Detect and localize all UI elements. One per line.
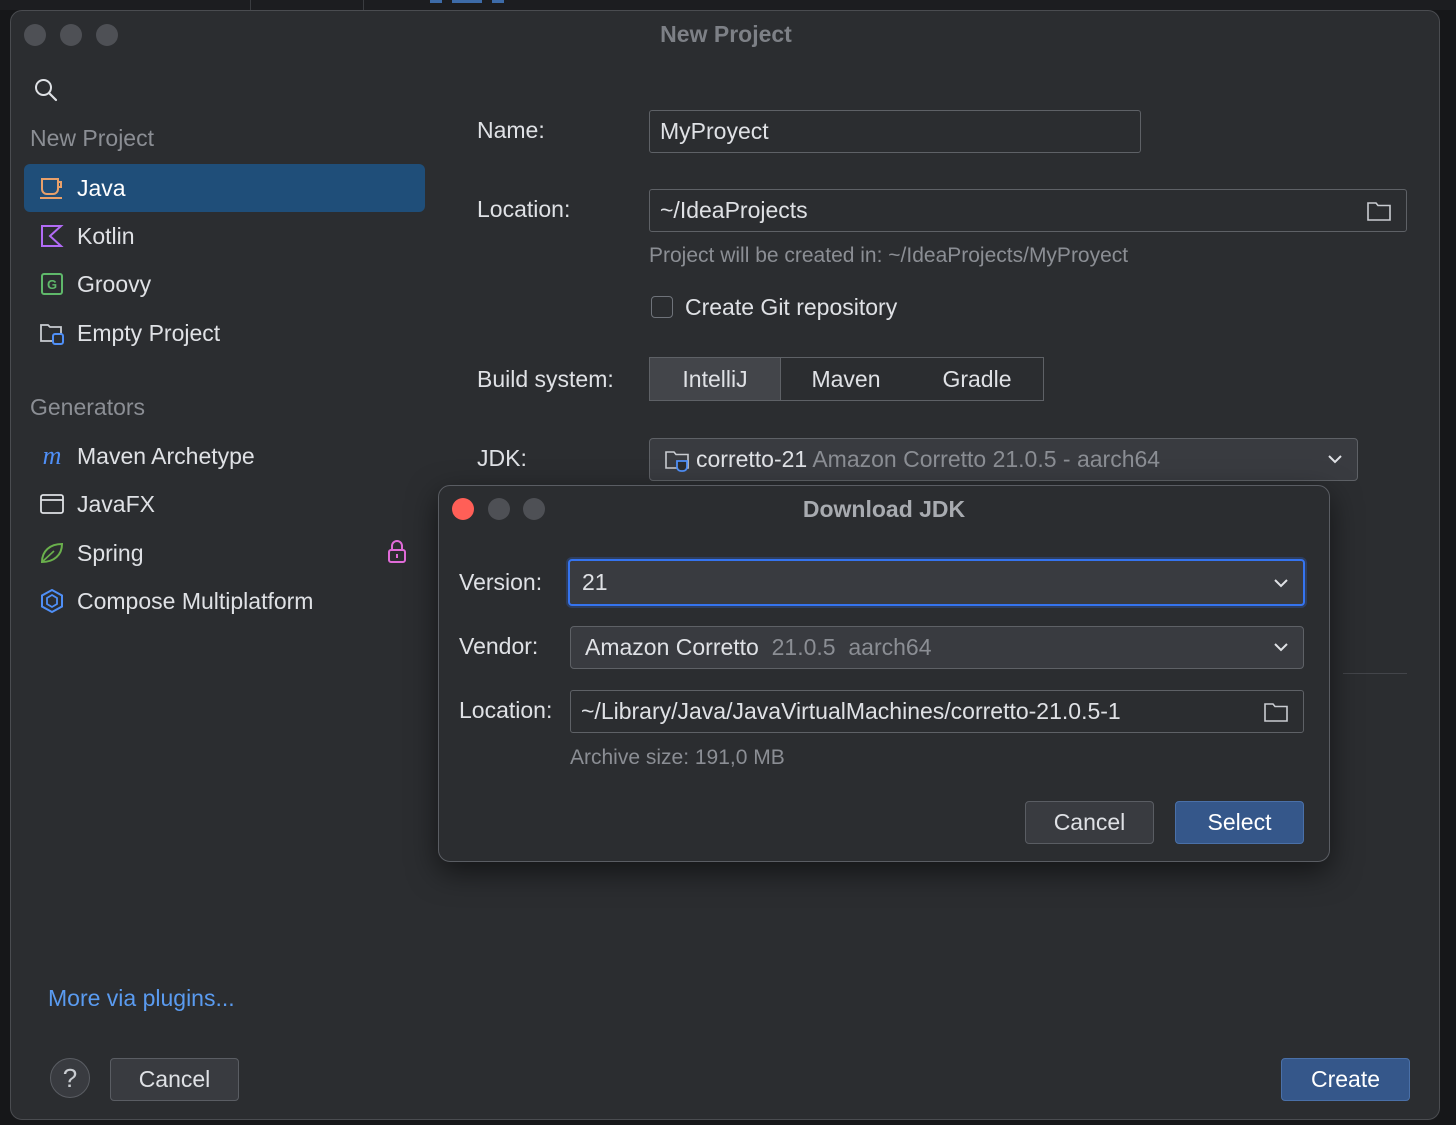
section-label-new-project: New Project [30,125,154,151]
cancel-button[interactable]: Cancel [110,1058,239,1101]
create-git-checkbox[interactable] [651,296,673,318]
sidebar-item-label: Spring [77,540,144,566]
sidebar-item-empty-project[interactable]: Empty Project [24,309,425,357]
vendor-dropdown[interactable]: Amazon Corretto 21.0.5 aarch64 [570,626,1304,669]
compose-hexagon-icon [41,589,63,613]
sidebar-item-label: Kotlin [77,223,135,249]
build-option-gradle[interactable]: Gradle [911,358,1043,400]
groovy-icon: G [41,273,63,295]
project-name-input[interactable]: MyProyect [649,110,1141,153]
chevron-down-icon [1328,455,1342,464]
project-location-input[interactable]: ~/IdeaProjects [649,189,1407,232]
version-dropdown[interactable]: 21 [568,559,1305,606]
sidebar-item-maven-archetype[interactable]: m Maven Archetype [24,432,425,480]
jdk-location-input[interactable]: ~/Library/Java/JavaVirtualMachines/corre… [570,690,1304,733]
java-cup-icon [40,178,62,199]
location-label: Location: [477,196,571,222]
chevron-down-icon [1274,579,1288,588]
window-icon [40,494,64,514]
create-git-label[interactable]: Create Git repository [685,294,897,321]
build-system-label: Build system: [477,366,614,392]
svg-text:m: m [43,444,62,468]
location-hint: Project will be created in: ~/IdeaProjec… [649,244,1129,267]
maven-m-icon: m [43,444,62,468]
search-icon[interactable] [33,77,59,103]
background-editor-strip [0,0,1456,10]
jdk-name: corretto-21 [696,446,808,472]
sidebar-item-compose-multiplatform[interactable]: Compose Multiplatform [24,577,425,625]
sidebar-item-label: Empty Project [77,320,221,346]
svg-text:G: G [47,277,57,292]
sidebar-item-spring[interactable]: Spring [24,529,425,577]
vendor-label: Vendor: [459,633,539,659]
location-value: ~/IdeaProjects [660,197,808,223]
version-label: Version: [459,569,543,595]
jdk-detail: Amazon Corretto 21.0.5 - aarch64 [812,446,1161,472]
version-value: 21 [582,569,608,595]
divider-line [1343,673,1407,674]
build-system-selector: IntelliJ Maven Gradle [649,357,1044,401]
sidebar-item-label: JavaFX [77,491,155,517]
sidebar-item-label: Maven Archetype [77,443,255,469]
dialog-title: Download JDK [802,496,966,522]
dialog-location-label: Location: [459,697,553,723]
chevron-down-icon [1274,643,1288,652]
kotlin-icon [41,225,64,247]
folder-icon[interactable] [1366,200,1392,222]
jdk-location-value: ~/Library/Java/JavaVirtualMachines/corre… [581,698,1121,724]
sidebar-item-javafx[interactable]: JavaFX [24,480,425,528]
dialog-cancel-button[interactable]: Cancel [1025,801,1154,844]
sidebar-item-label: Java [77,175,126,201]
build-option-intellij[interactable]: IntelliJ [650,358,781,400]
download-jdk-dialog: Download JDK Version: 21 Vendor: Amazon … [438,485,1330,862]
name-label: Name: [477,117,545,143]
lock-icon [388,540,406,563]
dialog-select-button[interactable]: Select [1175,801,1304,844]
more-via-plugins-link[interactable]: More via plugins... [48,985,235,1012]
sidebar-item-java[interactable]: Java [24,164,425,212]
sidebar-item-groovy[interactable]: G Groovy [24,260,425,308]
sidebar-item-label: Groovy [77,271,152,297]
sidebar-item-label: Compose Multiplatform [77,588,314,614]
build-option-maven[interactable]: Maven [781,358,911,400]
vendor-name: Amazon Corretto [585,634,759,660]
section-label-generators: Generators [30,394,146,420]
jdk-dropdown[interactable]: corretto-21 Amazon Corretto 21.0.5 - aar… [649,438,1358,481]
window-title: New Project [660,21,792,47]
archive-size: Archive size: 191,0 MB [570,746,785,769]
spring-leaf-icon [40,542,64,564]
jdk-label: JDK: [477,445,527,471]
folder-icon[interactable] [1263,701,1289,723]
create-button[interactable]: Create [1281,1058,1410,1101]
help-button[interactable]: ? [50,1058,90,1098]
vendor-version: 21.0.5 [771,634,836,660]
vendor-arch: aarch64 [848,634,932,660]
jdk-folder-icon [665,451,689,472]
empty-project-folder-icon [40,324,64,345]
sidebar-item-kotlin[interactable]: Kotlin [24,212,425,260]
